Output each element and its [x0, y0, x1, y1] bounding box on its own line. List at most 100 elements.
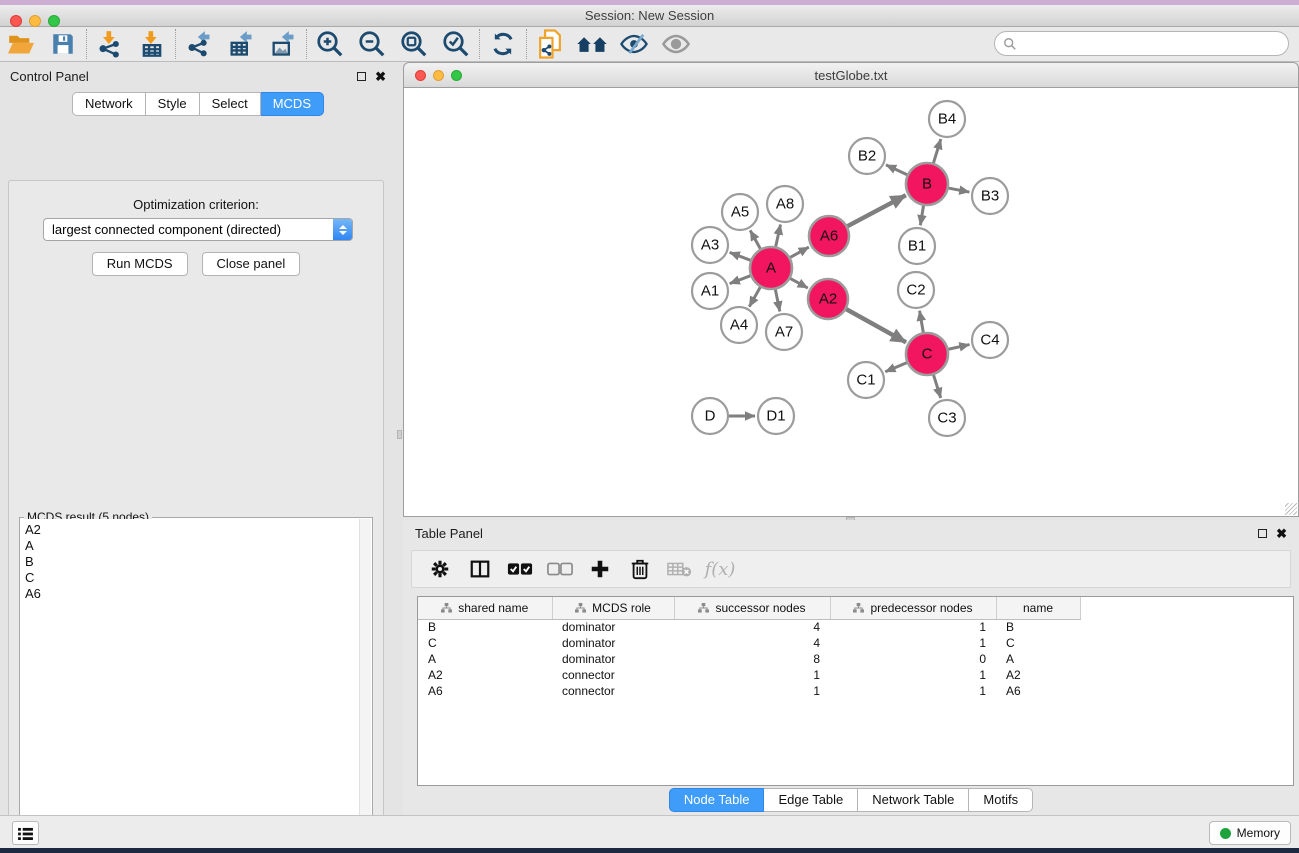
function-builder-button[interactable]: f(x) — [702, 553, 738, 585]
save-session-button[interactable] — [42, 28, 84, 61]
cell[interactable]: dominator — [552, 635, 674, 651]
cell[interactable]: dominator — [552, 619, 674, 635]
resize-grip[interactable] — [1285, 503, 1297, 515]
node-A1[interactable]: A1 — [692, 273, 728, 309]
node-A7[interactable]: A7 — [766, 314, 802, 350]
table-row[interactable]: Bdominator41B — [418, 619, 1080, 635]
tab-node-table[interactable]: Node Table — [669, 788, 765, 812]
edge-C-C1[interactable] — [885, 361, 909, 371]
cell[interactable]: C — [996, 635, 1080, 651]
node-B4[interactable]: B4 — [929, 101, 965, 137]
export-table-button[interactable] — [220, 28, 262, 61]
edge-C-C3[interactable] — [933, 372, 941, 398]
vertical-split-divider[interactable] — [396, 62, 403, 815]
cell[interactable]: A — [418, 651, 552, 667]
node-D[interactable]: D — [692, 398, 728, 434]
cell[interactable]: 0 — [830, 651, 996, 667]
node-B2[interactable]: B2 — [849, 138, 885, 174]
node-C3[interactable]: C3 — [929, 400, 965, 436]
node-C4[interactable]: C4 — [972, 322, 1008, 358]
cell[interactable]: A2 — [996, 667, 1080, 683]
column-header-predecessor-nodes[interactable]: predecessor nodes — [830, 597, 996, 619]
delete-button[interactable] — [622, 553, 658, 585]
homes-button[interactable] — [571, 28, 613, 61]
close-panel-button[interactable]: Close panel — [202, 252, 301, 276]
tab-network-table[interactable]: Network Table — [858, 788, 969, 812]
node-B[interactable]: B — [906, 163, 948, 205]
import-table-button[interactable] — [131, 28, 173, 61]
edge-B-B4[interactable] — [933, 139, 941, 166]
zoom-window-button[interactable] — [48, 15, 60, 27]
hide-unselected-button[interactable] — [613, 28, 655, 61]
refresh-button[interactable] — [482, 28, 524, 61]
column-header-successor-nodes[interactable]: successor nodes — [674, 597, 830, 619]
cell[interactable]: 1 — [830, 635, 996, 651]
export-image-button[interactable] — [262, 28, 304, 61]
edge-B-B3[interactable] — [946, 188, 970, 193]
delete-table-button[interactable] — [662, 553, 698, 585]
network-documents-button[interactable] — [529, 28, 571, 61]
cell[interactable]: B — [418, 619, 552, 635]
node-A6[interactable]: A6 — [809, 216, 849, 256]
memory-button[interactable]: Memory — [1209, 821, 1291, 845]
node-B3[interactable]: B3 — [972, 178, 1008, 214]
cell[interactable]: connector — [552, 683, 674, 699]
node-A8[interactable]: A8 — [767, 186, 803, 222]
open-session-button[interactable] — [0, 28, 42, 61]
tab-style[interactable]: Style — [146, 92, 200, 116]
node-D1[interactable]: D1 — [758, 398, 794, 434]
cell[interactable]: B — [996, 619, 1080, 635]
zoom-in-button[interactable] — [309, 28, 351, 61]
show-all-button[interactable] — [655, 28, 697, 61]
result-scrollbar[interactable] — [359, 519, 371, 853]
network-canvas[interactable]: AA1A2A3A4A5A6A7A8BB1B2B3B4CC1C2C3C4DD1 — [403, 88, 1299, 517]
import-network-button[interactable] — [89, 28, 131, 61]
cell[interactable]: A6 — [418, 683, 552, 699]
zoom-fit-button[interactable] — [393, 28, 435, 61]
mcds-result-item[interactable]: A2 — [25, 522, 359, 538]
cell[interactable]: 1 — [830, 619, 996, 635]
task-history-button[interactable] — [12, 821, 39, 845]
column-header-shared-name[interactable]: shared name — [418, 597, 552, 619]
tab-motifs[interactable]: Motifs — [969, 788, 1033, 812]
node-B1[interactable]: B1 — [899, 228, 935, 264]
export-network-button[interactable] — [178, 28, 220, 61]
node-C1[interactable]: C1 — [848, 362, 884, 398]
edge-A-A6[interactable] — [788, 247, 809, 259]
minimize-window-button[interactable] — [29, 15, 41, 27]
cell[interactable]: 1 — [830, 683, 996, 699]
edge-B-B2[interactable] — [886, 165, 910, 176]
edge-A-A8[interactable] — [775, 225, 780, 250]
cell[interactable]: dominator — [552, 651, 674, 667]
table-row[interactable]: Cdominator41C — [418, 635, 1080, 651]
search-input[interactable] — [1022, 36, 1288, 51]
add-button[interactable] — [582, 553, 618, 585]
zoom-network-button[interactable] — [451, 70, 462, 81]
table-row[interactable]: Adominator80A — [418, 651, 1080, 667]
tab-select[interactable]: Select — [200, 92, 261, 116]
cell[interactable]: 1 — [674, 667, 830, 683]
node-C2[interactable]: C2 — [898, 272, 934, 308]
cell[interactable]: 4 — [674, 635, 830, 651]
node-A2[interactable]: A2 — [808, 279, 848, 319]
close-panel-icon[interactable]: ✖ — [375, 70, 386, 83]
cell[interactable]: 8 — [674, 651, 830, 667]
tab-mcds[interactable]: MCDS — [261, 92, 324, 116]
node-A5[interactable]: A5 — [722, 194, 758, 230]
mcds-result-item[interactable]: B — [25, 554, 359, 570]
tab-edge-table[interactable]: Edge Table — [764, 788, 858, 812]
cell[interactable]: 1 — [830, 667, 996, 683]
mcds-result-item[interactable]: C — [25, 570, 359, 586]
node-A4[interactable]: A4 — [721, 307, 757, 343]
close-table-panel-icon[interactable]: ✖ — [1276, 527, 1287, 540]
zoom-out-button[interactable] — [351, 28, 393, 61]
mcds-result-list[interactable]: A2ABCA6 — [21, 519, 359, 853]
float-panel-icon[interactable] — [357, 72, 366, 81]
table-row[interactable]: A6connector11A6 — [418, 683, 1080, 699]
edge-A2-C[interactable] — [844, 308, 906, 343]
search-field[interactable] — [994, 31, 1289, 56]
edge-A-A7[interactable] — [775, 287, 780, 312]
tab-network[interactable]: Network — [72, 92, 146, 116]
close-network-button[interactable] — [415, 70, 426, 81]
cell[interactable]: 4 — [674, 619, 830, 635]
